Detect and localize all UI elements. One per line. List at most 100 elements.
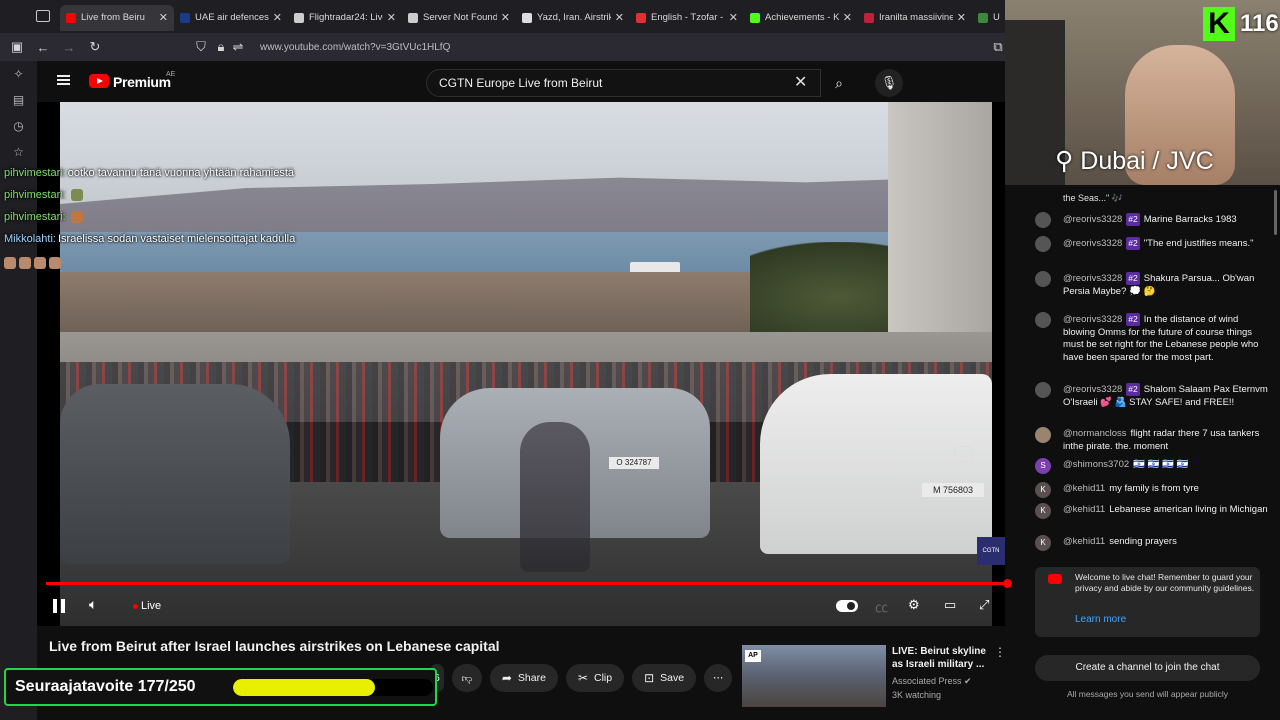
chat-scrollbar[interactable] (1274, 190, 1277, 235)
suggested-thumbnail[interactable] (742, 645, 886, 707)
avatar[interactable] (1035, 427, 1051, 443)
url-field[interactable]: www.youtube.com/watch?v=3GtVUc1HLfQ (260, 42, 450, 53)
close-tab-icon[interactable]: ✕ (501, 11, 510, 24)
sidebar-toggle-icon[interactable]: ▣ (4, 39, 30, 55)
youtube-brand[interactable]: Premium (113, 74, 171, 90)
pause-icon[interactable] (53, 599, 65, 613)
chat-username[interactable]: @reorivs3328 (1063, 314, 1122, 325)
chat-message-fragment: the Seas..." 🎶 (1063, 193, 1123, 203)
chat-username[interactable]: @reorivs3328 (1063, 238, 1122, 249)
more-vertical-icon[interactable]: ⋮ (994, 645, 1006, 659)
microphone-icon[interactable]: 🎙︎ (875, 69, 903, 97)
reload-icon[interactable]: ↻ (82, 39, 108, 55)
close-tab-icon[interactable]: ✕ (957, 11, 966, 24)
license-plate: M 756803 (922, 483, 984, 497)
menu-icon[interactable] (57, 75, 70, 85)
tab-favicon-icon (864, 12, 874, 23)
chat-username[interactable]: @shimons3702 (1063, 459, 1129, 470)
create-channel-button[interactable]: Create a channel to join the chat (1035, 655, 1260, 681)
video-actions: 6 👎︎ ➦Share ✂Clip ⊡Save ⋯ (430, 664, 733, 692)
chat-username[interactable]: @reorivs3328 (1063, 214, 1122, 225)
progress-bar[interactable] (46, 582, 1008, 585)
chat-username[interactable]: @normancloss (1063, 428, 1127, 439)
permissions-icon[interactable]: ⇌ (228, 39, 248, 55)
dislike-button[interactable]: 👎︎ (451, 664, 482, 692)
scissors-icon: ✂ (577, 671, 588, 685)
close-tab-icon[interactable]: ✕ (729, 11, 738, 24)
avatar[interactable] (1035, 212, 1051, 228)
settings-gear-icon[interactable]: ⚙︎ (908, 597, 920, 613)
suggested-channel[interactable]: Associated Press ✔ (892, 676, 972, 687)
chat-username[interactable]: @kehid11 (1063, 504, 1105, 515)
browser-tab[interactable]: Server Not Found ✕ (402, 5, 516, 31)
live-label[interactable]: Live (141, 600, 161, 612)
clip-button[interactable]: ✂ Clip (565, 664, 625, 692)
browser-tab[interactable]: English - Tzofar - R ✕ (630, 5, 744, 31)
volume-icon[interactable]: 🔈︎ (89, 596, 97, 613)
back-icon[interactable]: ← (30, 40, 56, 55)
theater-mode-icon[interactable]: ▭ (944, 597, 956, 613)
tab-favicon-icon (978, 12, 988, 23)
member-badge: #2 (1126, 213, 1140, 226)
chat-username[interactable]: @kehid11 (1063, 536, 1105, 547)
browser-tab[interactable]: Iranilta massiivinen ✕ (858, 5, 972, 31)
browser-tab[interactable]: Live from Beiru ✕ (60, 4, 174, 31)
close-tab-icon[interactable]: ✕ (843, 11, 852, 24)
ai-sparkle-icon[interactable]: ✧ (0, 61, 37, 87)
tab-favicon-icon (522, 12, 532, 23)
chat-text: sending prayers (1109, 536, 1177, 547)
share-button[interactable]: ➦ Share (489, 664, 558, 692)
chat-username[interactable]: @reorivs3328 (1063, 273, 1122, 284)
overlay-chat-line: Mikkolahti: Israelissa sodan vastaiset mi… (4, 233, 296, 245)
avatar[interactable] (1035, 382, 1051, 398)
save-button[interactable]: ⊡ Save (632, 664, 697, 692)
chat-text: 🇮🇱 🇮🇱 🇮🇱 🇮🇱 (1133, 459, 1189, 470)
clear-search-icon[interactable]: ✕ (794, 72, 807, 92)
browser-tab[interactable]: Yazd, Iran. Airstrike ✕ (516, 5, 630, 31)
chat-text: Marine Barracks 1983 (1143, 214, 1237, 225)
fullscreen-icon[interactable]: ⤢ (979, 597, 989, 613)
avatar[interactable] (1035, 271, 1051, 287)
close-tab-icon[interactable]: ✕ (615, 11, 624, 24)
avatar[interactable]: K (1035, 535, 1051, 551)
reading-icon[interactable]: ▤ (0, 87, 37, 113)
avatar[interactable]: K (1035, 503, 1051, 519)
avatar[interactable]: S (1035, 458, 1051, 474)
browser-tab[interactable]: UAE air defences c ✕ (174, 5, 288, 31)
shield-icon[interactable]: ⛉ (188, 39, 214, 55)
verified-icon: ✔ (964, 676, 972, 686)
youtube-logo-icon[interactable] (89, 74, 109, 88)
autoplay-toggle[interactable] (836, 600, 858, 612)
forward-icon[interactable]: → (56, 40, 82, 55)
chat-username[interactable]: @kehid11 (1063, 483, 1105, 494)
history-icon[interactable]: ◷ (0, 113, 37, 139)
tab-label: Iranilta massiivinen (879, 12, 953, 23)
learn-more-link[interactable]: Learn more (1075, 614, 1126, 625)
miniplayer-icon[interactable] (954, 446, 972, 462)
member-badge: #2 (1126, 313, 1140, 326)
chat-username[interactable]: @reorivs3328 (1063, 384, 1122, 395)
search-input[interactable]: CGTN Europe Live from Beirut (426, 69, 821, 97)
browser-tab[interactable]: Achievements - Kic ✕ (744, 5, 858, 31)
suggested-title[interactable]: LIVE: Beirut skyline as Israeli military… (892, 645, 992, 671)
member-badge: #2 (1126, 272, 1140, 285)
more-actions-button[interactable]: ⋯ (704, 664, 733, 692)
browser-tab[interactable]: Flightradar24: Live ✕ (288, 5, 402, 31)
goal-progress-fill (233, 679, 375, 696)
avatar[interactable]: K (1035, 482, 1051, 498)
avatar[interactable] (1035, 312, 1051, 328)
close-tab-icon[interactable]: ✕ (159, 11, 168, 24)
bookmark-icon: ⊡ (644, 671, 655, 685)
close-tab-icon[interactable]: ✕ (387, 11, 396, 24)
lock-icon[interactable]: 🔒︎ (214, 39, 228, 55)
search-icon[interactable]: ⌕ (821, 69, 857, 97)
progress-scrubber[interactable] (1003, 579, 1012, 588)
close-tab-icon[interactable]: ✕ (273, 11, 282, 24)
avatar[interactable] (1035, 236, 1051, 252)
screen: Live from Beiru ✕ UAE air defences c ✕ Fligh… (0, 0, 1280, 720)
youtube-header: Premium AE CGTN Europe Live from Beirut … (37, 61, 1005, 102)
subtitles-icon[interactable]: ㏄ (875, 597, 888, 616)
bookmark-star-icon[interactable]: ☆ (0, 139, 37, 165)
tab-overview-icon[interactable] (36, 10, 50, 22)
overlay-chat-line: pihvimestari: ootko tavannu tänä vuonna y… (4, 167, 295, 179)
